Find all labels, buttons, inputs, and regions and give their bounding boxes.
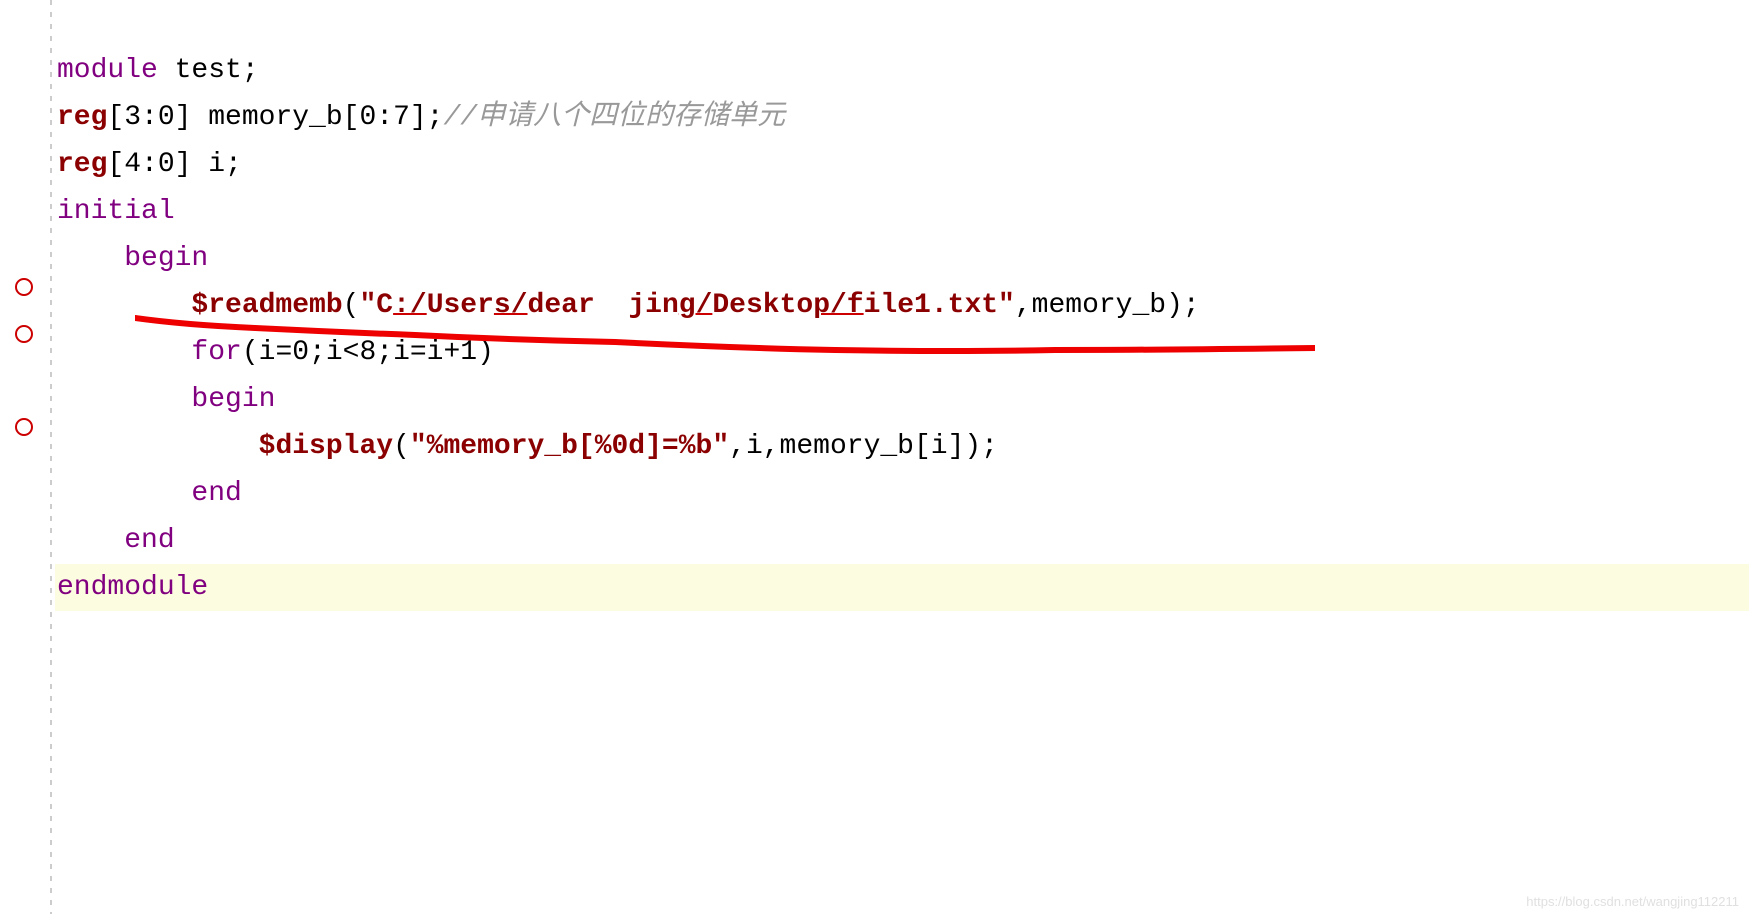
keyword-reg: reg	[57, 149, 107, 180]
vertical-divider	[50, 0, 52, 914]
breakpoint-marker-2[interactable]	[15, 325, 33, 343]
comment-text: //申请八个四位的存储单元	[443, 102, 785, 133]
code-line-3: reg[4:0] i;	[55, 141, 1749, 188]
reg-declaration: [4:0] i;	[107, 149, 241, 180]
syscall-display: $display	[259, 431, 393, 462]
format-string: "%memory_b[%0d]=%b"	[410, 431, 729, 462]
code-gutter	[0, 0, 50, 914]
code-line-6: $readmemb("C:/Users/dear jing/Desktop/fi…	[55, 282, 1749, 329]
path-segment: C	[376, 290, 393, 321]
keyword-end: end	[191, 478, 241, 509]
call-rest: ,i,memory_b[i]);	[729, 431, 998, 462]
code-line-11: end	[55, 517, 1749, 564]
keyword-endmodule: endmodule	[57, 572, 208, 603]
code-editor[interactable]: module test; reg[3:0] memory_b[0:7];//申请…	[55, 0, 1749, 611]
watermark-text: https://blog.csdn.net/wangjing112211	[1526, 894, 1739, 909]
keyword-end: end	[124, 525, 174, 556]
code-line-12: endmodule	[55, 564, 1749, 611]
keyword-initial: initial	[57, 196, 175, 227]
code-line-10: end	[55, 470, 1749, 517]
paren-open: (	[393, 431, 410, 462]
code-line-5: begin	[55, 235, 1749, 282]
reg-declaration: [3:0] memory_b[0:7];	[107, 102, 443, 133]
string-quote-close: "	[998, 290, 1015, 321]
code-line-4: initial	[55, 188, 1749, 235]
keyword-for: for	[191, 337, 241, 368]
module-name: test;	[158, 55, 259, 86]
for-condition: (i=0;i<8;i=i+1)	[242, 337, 494, 368]
breakpoint-marker-1[interactable]	[15, 278, 33, 296]
paren-open: (	[343, 290, 360, 321]
path-segment: User	[427, 290, 494, 321]
breakpoint-marker-3[interactable]	[15, 418, 33, 436]
code-line-9: $display("%memory_b[%0d]=%b",i,memory_b[…	[55, 423, 1749, 470]
code-line-2: reg[3:0] memory_b[0:7];//申请八个四位的存储单元	[55, 94, 1749, 141]
path-segment: s/	[494, 290, 528, 321]
keyword-begin: begin	[124, 243, 208, 274]
string-quote-open: "	[359, 290, 376, 321]
call-rest: ,memory_b);	[1015, 290, 1200, 321]
code-line-1: module test;	[55, 47, 1749, 94]
path-segment: :/	[393, 290, 427, 321]
path-segment: g/	[679, 290, 713, 321]
path-segment: Deskto	[712, 290, 813, 321]
path-segment: ile1.txt	[864, 290, 998, 321]
keyword-begin: begin	[191, 384, 275, 415]
keyword-module: module	[57, 55, 158, 86]
path-segment: p/f	[813, 290, 863, 321]
path-segment: dear jin	[528, 290, 679, 321]
code-line-8: begin	[55, 376, 1749, 423]
code-line-blank	[55, 0, 1749, 47]
syscall-readmemb: $readmemb	[191, 290, 342, 321]
keyword-reg: reg	[57, 102, 107, 133]
code-line-7: for(i=0;i<8;i=i+1)	[55, 329, 1749, 376]
